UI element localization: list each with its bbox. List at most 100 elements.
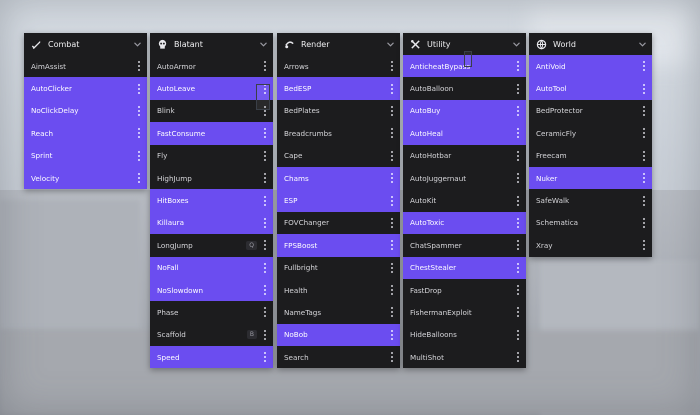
module-toggle-antivoid[interactable]: AntiVoid — [529, 55, 652, 78]
more-options-icon[interactable] — [516, 240, 520, 251]
more-options-icon[interactable] — [642, 83, 646, 94]
module-toggle-autoleave[interactable]: AutoLeave — [150, 77, 273, 100]
module-toggle-phase[interactable]: Phase — [150, 301, 273, 323]
chevron-down-icon[interactable] — [386, 40, 394, 48]
module-toggle-search[interactable]: Search — [277, 346, 400, 368]
more-options-icon[interactable] — [642, 128, 646, 139]
panel-header[interactable]: Blatant — [150, 33, 273, 55]
more-options-icon[interactable] — [516, 105, 520, 116]
module-toggle-fovchanger[interactable]: FOVChanger — [277, 212, 400, 234]
more-options-icon[interactable] — [263, 329, 267, 340]
module-toggle-autoarmor[interactable]: AutoArmor — [150, 55, 273, 77]
module-toggle-nobob[interactable]: NoBob — [277, 323, 400, 347]
more-options-icon[interactable] — [516, 285, 520, 296]
more-options-icon[interactable] — [642, 173, 646, 184]
more-options-icon[interactable] — [642, 105, 646, 116]
more-options-icon[interactable] — [263, 173, 267, 184]
more-options-icon[interactable] — [263, 240, 267, 251]
module-toggle-autojuggernaut[interactable]: AutoJuggernaut — [403, 167, 526, 189]
more-options-icon[interactable] — [137, 150, 141, 161]
module-toggle-autoballoon[interactable]: AutoBalloon — [403, 77, 526, 99]
chevron-down-icon[interactable] — [133, 40, 141, 48]
panel-header[interactable]: Render — [277, 33, 400, 55]
more-options-icon[interactable] — [263, 352, 267, 363]
more-options-icon[interactable] — [390, 61, 394, 72]
more-options-icon[interactable] — [516, 352, 520, 363]
module-toggle-killaura[interactable]: Killaura — [150, 211, 273, 235]
module-toggle-fullbright[interactable]: Fullbright — [277, 257, 400, 279]
module-toggle-schematica[interactable]: Schematica — [529, 212, 652, 234]
more-options-icon[interactable] — [137, 105, 141, 116]
module-toggle-xray[interactable]: Xray — [529, 234, 652, 256]
more-options-icon[interactable] — [390, 195, 394, 206]
module-toggle-autohotbar[interactable]: AutoHotbar — [403, 145, 526, 167]
module-toggle-breadcrumbs[interactable]: Breadcrumbs — [277, 122, 400, 144]
module-toggle-bedprotector[interactable]: BedProtector — [529, 100, 652, 122]
module-toggle-noclickdelay[interactable]: NoClickDelay — [24, 99, 147, 123]
more-options-icon[interactable] — [263, 150, 267, 161]
module-toggle-fastdrop[interactable]: FastDrop — [403, 279, 526, 301]
module-toggle-freecam[interactable]: Freecam — [529, 145, 652, 167]
module-toggle-cheststealer[interactable]: ChestStealer — [403, 256, 526, 279]
chevron-down-icon[interactable] — [512, 40, 520, 48]
more-options-icon[interactable] — [263, 307, 267, 318]
more-options-icon[interactable] — [263, 195, 267, 206]
more-options-icon[interactable] — [516, 150, 520, 161]
more-options-icon[interactable] — [516, 262, 520, 273]
more-options-icon[interactable] — [516, 61, 520, 72]
module-toggle-bedplates[interactable]: BedPlates — [277, 100, 400, 122]
more-options-icon[interactable] — [516, 83, 520, 94]
more-options-icon[interactable] — [390, 83, 394, 94]
more-options-icon[interactable] — [137, 128, 141, 139]
module-toggle-autoheal[interactable]: AutoHeal — [403, 122, 526, 145]
more-options-icon[interactable] — [390, 240, 394, 251]
more-options-icon[interactable] — [390, 128, 394, 139]
more-options-icon[interactable] — [263, 61, 267, 72]
more-options-icon[interactable] — [516, 329, 520, 340]
module-toggle-highjump[interactable]: HighJump — [150, 167, 273, 189]
module-toggle-aimassist[interactable]: AimAssist — [24, 55, 147, 77]
module-toggle-autobuy[interactable]: AutoBuy — [403, 99, 526, 123]
module-toggle-safewalk[interactable]: SafeWalk — [529, 189, 652, 211]
more-options-icon[interactable] — [516, 307, 520, 318]
panel-header[interactable]: World — [529, 33, 652, 55]
module-toggle-longjump[interactable]: LongJump Q — [150, 234, 273, 256]
more-options-icon[interactable] — [390, 352, 394, 363]
more-options-icon[interactable] — [516, 128, 520, 139]
module-toggle-arrows[interactable]: Arrows — [277, 55, 400, 77]
module-toggle-multishot[interactable]: MultiShot — [403, 346, 526, 368]
chevron-down-icon[interactable] — [259, 40, 267, 48]
module-toggle-scaffold[interactable]: Scaffold B — [150, 324, 273, 346]
more-options-icon[interactable] — [642, 61, 646, 72]
module-toggle-hideballoons[interactable]: HideBalloons — [403, 324, 526, 346]
more-options-icon[interactable] — [390, 173, 394, 184]
more-options-icon[interactable] — [137, 61, 141, 72]
module-toggle-chatspammer[interactable]: ChatSpammer — [403, 234, 526, 256]
module-toggle-ceramicfly[interactable]: CeramicFly — [529, 122, 652, 144]
module-toggle-bedesp[interactable]: BedESP — [277, 77, 400, 100]
module-toggle-nofall[interactable]: NoFall — [150, 256, 273, 279]
more-options-icon[interactable] — [390, 217, 394, 228]
module-toggle-autokit[interactable]: AutoKit — [403, 189, 526, 211]
module-toggle-esp[interactable]: ESP — [277, 189, 400, 212]
module-toggle-noslowdown[interactable]: NoSlowdown — [150, 278, 273, 302]
more-options-icon[interactable] — [390, 307, 394, 318]
more-options-icon[interactable] — [642, 217, 646, 228]
more-options-icon[interactable] — [137, 173, 141, 184]
more-options-icon[interactable] — [390, 329, 394, 340]
module-toggle-hitboxes[interactable]: HitBoxes — [150, 189, 273, 212]
module-toggle-autotoxic[interactable]: AutoToxic — [403, 211, 526, 235]
more-options-icon[interactable] — [137, 83, 141, 94]
more-options-icon[interactable] — [263, 262, 267, 273]
more-options-icon[interactable] — [390, 285, 394, 296]
module-toggle-blink[interactable]: Blink — [150, 100, 273, 122]
chevron-down-icon[interactable] — [638, 40, 646, 48]
more-options-icon[interactable] — [516, 173, 520, 184]
module-toggle-reach[interactable]: Reach — [24, 122, 147, 145]
module-toggle-nuker[interactable]: Nuker — [529, 166, 652, 190]
more-options-icon[interactable] — [263, 128, 267, 139]
module-toggle-fishermanexploit[interactable]: FishermanExploit — [403, 301, 526, 323]
more-options-icon[interactable] — [390, 262, 394, 273]
module-toggle-sprint[interactable]: Sprint — [24, 144, 147, 167]
more-options-icon[interactable] — [516, 217, 520, 228]
